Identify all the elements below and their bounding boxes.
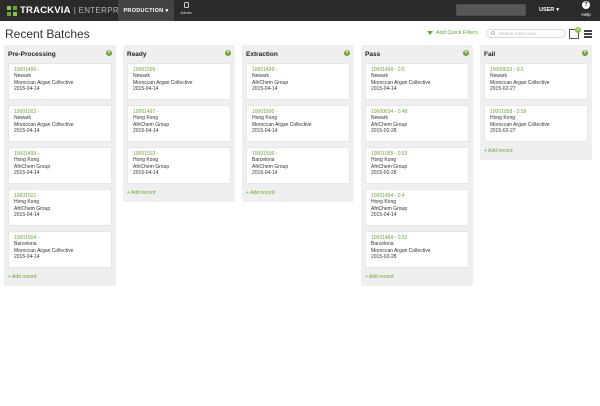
logo-brand: TRACKVIA [20, 5, 71, 16]
card-date: 2015-04-14 [133, 128, 159, 135]
card-date: 2015-04-14 [252, 170, 278, 177]
card-date: 2015-04-14 [252, 128, 278, 135]
card-date: 2015-04-14 [14, 86, 40, 93]
add-record-link[interactable]: + Add record [4, 273, 116, 286]
hamburger-icon[interactable] [584, 30, 592, 38]
column-title: Extraction [246, 51, 278, 58]
record-card[interactable]: 10001484 - 0.52 Barcelona Moroccan Argan C… [365, 231, 469, 268]
card-date: 2015-04-14 [133, 86, 159, 93]
trackvia-logo[interactable]: TRACKVIA | ENTERPRISE [7, 5, 133, 16]
plus-circle-icon[interactable]: + [225, 50, 231, 56]
column-title: Pre-Processing [8, 51, 56, 58]
card-date: 2015-04-14 [14, 170, 40, 177]
funnel-icon [427, 31, 433, 35]
record-card[interactable]: 10001501 - Hong Kong AfriChem Group 2015-04… [8, 189, 112, 226]
column-fail: Fail +10000633 - 0.5 Newark Moroccan Argan … [480, 45, 592, 160]
help-label: Help [581, 12, 591, 17]
page-title: Recent Batches [5, 27, 90, 41]
record-card[interactable]: 10001055 - 0.53 Hong Kong AfriChem Group 20… [365, 147, 469, 184]
record-card[interactable]: 10001505 - Newark Moroccan Argan Collectiv… [127, 63, 231, 100]
card-date: 2015-02-28 [371, 128, 397, 135]
admin-button[interactable]: Admin [176, 2, 196, 20]
column-title: Fail [484, 51, 496, 58]
record-card[interactable]: 10001503 - Newark Moroccan Argan Collectiv… [8, 105, 112, 142]
card-list: 10001498 - 0.5 Newark Moroccan Argan Colle… [361, 63, 473, 268]
add-record-link[interactable]: + Add record [242, 189, 354, 202]
record-card[interactable]: 10001500 - Hong Kong Moroccan Argan Collec… [246, 105, 350, 142]
add-record-link[interactable]: + Add record [480, 147, 592, 160]
card-date: 2015-02-27 [490, 128, 516, 135]
column-ready: Ready +10001505 - Newark Moroccan Argan Col… [123, 45, 235, 202]
column-title: Ready [127, 51, 147, 58]
card-date: 2015-04-14 [14, 212, 40, 219]
card-date: 2015-02-28 [371, 170, 397, 177]
record-card[interactable]: 10001499 - Hong Kong AfriChem Group 2015-04… [8, 147, 112, 184]
record-card[interactable]: 10001498 - 0.5 Newark Moroccan Argan Colle… [365, 63, 469, 100]
column-header: Pass + [361, 45, 473, 63]
record-card[interactable]: 10001502 - Hong Kong AfriChem Group 2015-04… [127, 147, 231, 184]
global-search-input[interactable] [456, 4, 526, 16]
add-record-link[interactable]: + Add record [361, 273, 473, 286]
card-list: 10000633 - 0.5 Newark Moroccan Argan Colle… [480, 63, 592, 142]
app-tab-label: PRODUCTION [123, 7, 164, 14]
card-date: 2015-04-14 [371, 86, 397, 93]
record-card[interactable]: 10000633 - 0.5 Newark Moroccan Argan Colle… [484, 63, 588, 100]
record-card[interactable]: 10001506 - Barcelona AfriChem Group 2015-04… [246, 147, 350, 184]
question-icon: ? [582, 1, 590, 9]
record-card[interactable]: 10000634 - 0.48 Newark AfriChem Group 2015-… [365, 105, 469, 142]
column-header: Extraction + [242, 45, 354, 63]
user-menu-label: USER [539, 7, 555, 13]
search-icon [491, 31, 495, 35]
user-menu[interactable]: USER ▾ [539, 4, 559, 16]
card-date: 2015-04-14 [133, 170, 159, 177]
help-button[interactable]: ? Help [578, 1, 594, 17]
view-search-input[interactable]: Search within view [486, 29, 566, 38]
chevron-down-icon: ▾ [165, 7, 169, 14]
column-header: Fail + [480, 45, 592, 63]
column-extraction: Extraction +10001499 - Newark AfriChem Grou… [242, 45, 354, 202]
chevron-down-icon: ▾ [556, 7, 560, 13]
record-card[interactable]: 10001497 - Hong Kong AfriChem Group 2015-04… [127, 105, 231, 142]
record-card[interactable]: 10001496 - Newark Moroccan Argan Collectiv… [8, 63, 112, 100]
card-date: 2015-04-14 [371, 212, 397, 219]
column-title: Pass [365, 51, 381, 58]
database-icon [183, 2, 189, 8]
app-tab-production[interactable]: PRODUCTION ▾ [118, 0, 174, 21]
plus-circle-icon[interactable]: + [463, 50, 469, 56]
record-card[interactable]: 10001504 - Barcelona Moroccan Argan Collec… [8, 231, 112, 268]
plus-circle-icon[interactable]: + [582, 50, 588, 56]
record-card[interactable]: 10001494 - 0.4 Hong Kong AfriChem Group 201… [365, 189, 469, 226]
card-date: 2015-04-14 [252, 86, 278, 93]
plus-circle-icon[interactable]: + [106, 50, 112, 56]
card-date: 2015-04-14 [14, 128, 40, 135]
column-pass: Pass +10001498 - 0.5 Newark Moroccan Argan … [361, 45, 473, 286]
top-nav-bar: TRACKVIA | ENTERPRISE PRODUCTION ▾ Admin… [0, 0, 600, 21]
card-list: 10001499 - Newark AfriChem Group 2015-04-14… [242, 63, 354, 184]
trackvia-logo-icon [7, 5, 17, 16]
column-header: Ready + [123, 45, 235, 63]
column-header: Pre-Processing + [4, 45, 116, 63]
plus-circle-icon[interactable]: + [344, 50, 350, 56]
card-list: 10001496 - Newark Moroccan Argan Collectiv… [4, 63, 116, 268]
search-placeholder: Search within view [499, 31, 537, 36]
card-date: 2015-02-27 [490, 86, 516, 93]
column-pre-processing: Pre-Processing +10001496 - Newark Moroccan … [4, 45, 116, 286]
record-card[interactable]: 10001499 - Newark AfriChem Group 2015-04-14 [246, 63, 350, 100]
new-view-button[interactable]: + [569, 27, 581, 39]
card-date: 2015-02-28 [371, 254, 397, 261]
record-card[interactable]: 10001058 - 0.59 Hong Kong Moroccan Argan C… [484, 105, 588, 142]
quick-filters-label: Add Quick Filters [436, 30, 478, 36]
admin-label: Admin [180, 10, 192, 15]
add-quick-filters-link[interactable]: Add Quick Filters [427, 30, 478, 36]
plus-circle-icon: + [575, 27, 581, 33]
add-record-link[interactable]: + Add record [123, 189, 235, 202]
card-list: 10001505 - Newark Moroccan Argan Collectiv… [123, 63, 235, 184]
card-date: 2015-04-14 [14, 254, 40, 261]
